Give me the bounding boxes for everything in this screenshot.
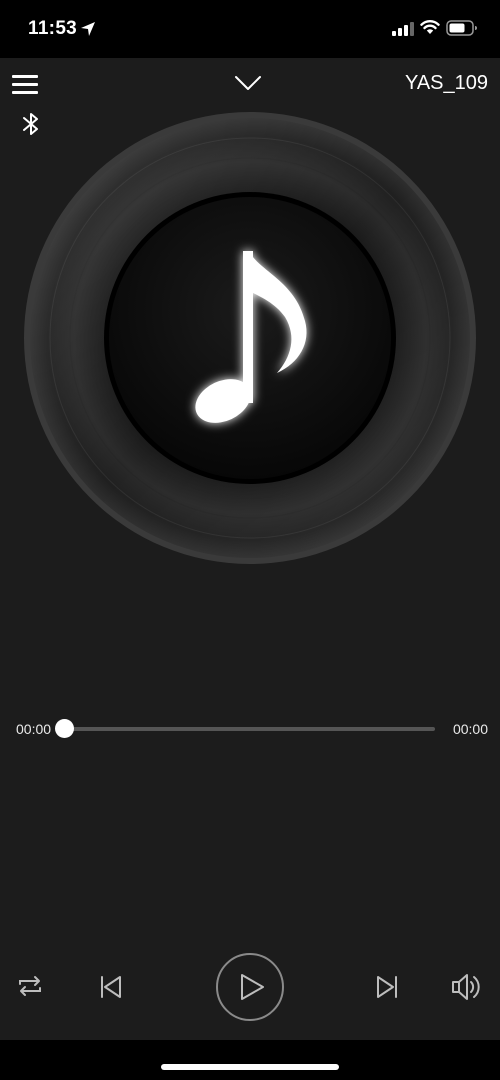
chevron-down-icon[interactable] [234,74,262,92]
play-button[interactable] [216,953,284,1021]
status-bar: 11:53 [0,0,500,58]
playback-progress: 00:00 00:00 [0,714,500,744]
play-icon [241,974,264,1000]
album-artwork-disc [24,112,476,564]
menu-line [12,91,38,94]
playback-controls [0,950,500,1025]
bottom-safe-area [0,1040,500,1080]
progress-track[interactable] [64,727,435,731]
device-name[interactable]: YAS_109 [405,72,488,95]
repeat-icon[interactable] [16,974,44,998]
home-indicator[interactable] [161,1064,339,1070]
skip-next-icon[interactable] [374,974,400,1000]
menu-button[interactable] [12,73,38,95]
skip-previous-icon[interactable] [98,974,124,1000]
current-time: 00:00 [16,721,52,737]
cellular-signal-icon [392,22,414,36]
wifi-icon [420,20,440,34]
menu-line [12,75,38,78]
battery-icon [446,20,477,36]
progress-thumb[interactable] [54,719,74,738]
total-time: 00:00 [452,721,488,737]
status-time: 11:53 [28,18,78,39]
speaker-volume-icon[interactable] [450,972,484,1002]
location-arrow-icon [81,22,95,36]
menu-line [12,83,38,86]
